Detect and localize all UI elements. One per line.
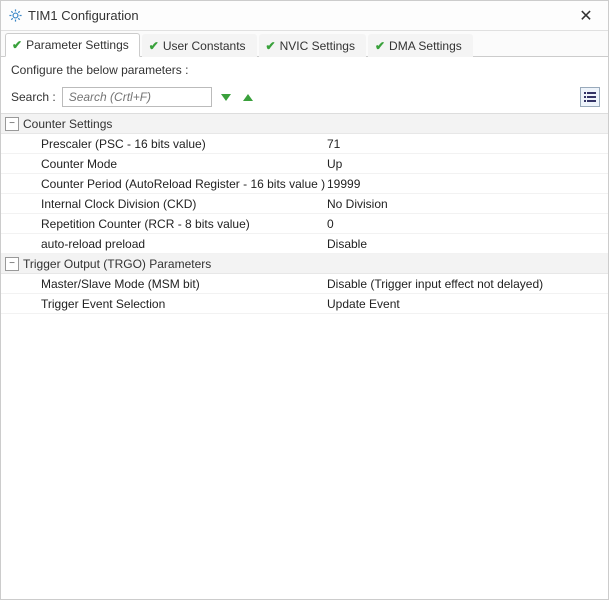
collapse-icon[interactable]: −: [5, 117, 19, 131]
search-prev-button[interactable]: [240, 89, 256, 105]
property-label: auto-reload preload: [1, 237, 327, 251]
property-value[interactable]: Disable: [327, 237, 608, 251]
tab-label: NVIC Settings: [280, 39, 355, 53]
property-value[interactable]: Disable (Trigger input effect not delaye…: [327, 277, 608, 291]
property-grid: −Counter SettingsPrescaler (PSC - 16 bit…: [1, 113, 608, 599]
gear-icon: [9, 9, 22, 22]
tab-parameter-settings[interactable]: ✔ Parameter Settings: [5, 33, 140, 57]
property-row[interactable]: Internal Clock Division (CKD)No Division: [1, 194, 608, 214]
property-row[interactable]: Trigger Event SelectionUpdate Event: [1, 294, 608, 314]
config-window: TIM1 Configuration ✕ ✔ Parameter Settings…: [0, 0, 609, 600]
arrow-down-icon: [221, 94, 231, 101]
property-value[interactable]: Up: [327, 157, 608, 171]
property-label: Prescaler (PSC - 16 bits value): [1, 137, 327, 151]
check-icon: ✔: [375, 40, 385, 52]
group-name: Trigger Output (TRGO) Parameters: [23, 257, 211, 271]
group-header: −Counter Settings: [1, 114, 608, 134]
property-label: Trigger Event Selection: [1, 297, 327, 311]
property-label: Internal Clock Division (CKD): [1, 197, 327, 211]
search-row: Search :: [1, 85, 608, 113]
property-row[interactable]: Repetition Counter (RCR - 8 bits value)0: [1, 214, 608, 234]
close-button[interactable]: ✕: [572, 6, 600, 26]
check-icon: ✔: [149, 40, 159, 52]
property-row[interactable]: Counter ModeUp: [1, 154, 608, 174]
arrow-up-icon: [243, 94, 253, 101]
property-value[interactable]: 71: [327, 137, 608, 151]
search-next-button[interactable]: [218, 89, 234, 105]
check-icon: ✔: [12, 39, 22, 51]
property-value[interactable]: 0: [327, 217, 608, 231]
property-label: Counter Mode: [1, 157, 327, 171]
config-subheader: Configure the below parameters :: [1, 57, 608, 85]
property-row[interactable]: Counter Period (AutoReload Register - 16…: [1, 174, 608, 194]
titlebar: TIM1 Configuration ✕: [1, 1, 608, 31]
window-title: TIM1 Configuration: [28, 8, 572, 23]
property-row[interactable]: Prescaler (PSC - 16 bits value)71: [1, 134, 608, 154]
property-label: Counter Period (AutoReload Register - 16…: [1, 177, 327, 191]
tab-nvic-settings[interactable]: ✔ NVIC Settings: [259, 34, 366, 57]
property-label: Master/Slave Mode (MSM bit): [1, 277, 327, 291]
property-label: Repetition Counter (RCR - 8 bits value): [1, 217, 327, 231]
search-label: Search :: [11, 90, 56, 104]
group-name: Counter Settings: [23, 117, 112, 131]
check-icon: ✔: [266, 40, 276, 52]
tab-label: User Constants: [163, 39, 246, 53]
list-view-button[interactable]: [580, 87, 600, 107]
property-value[interactable]: Update Event: [327, 297, 608, 311]
group-header: −Trigger Output (TRGO) Parameters: [1, 254, 608, 274]
property-value[interactable]: 19999: [327, 177, 608, 191]
collapse-icon[interactable]: −: [5, 257, 19, 271]
tab-bar: ✔ Parameter Settings ✔ User Constants ✔ NVIC …: [1, 31, 608, 57]
tab-label: DMA Settings: [389, 39, 462, 53]
tab-user-constants[interactable]: ✔ User Constants: [142, 34, 257, 57]
tab-label: Parameter Settings: [26, 38, 129, 52]
property-row[interactable]: Master/Slave Mode (MSM bit)Disable (Trig…: [1, 274, 608, 294]
property-row[interactable]: auto-reload preloadDisable: [1, 234, 608, 254]
tab-dma-settings[interactable]: ✔ DMA Settings: [368, 34, 473, 57]
search-input[interactable]: [62, 87, 212, 107]
property-value[interactable]: No Division: [327, 197, 608, 211]
